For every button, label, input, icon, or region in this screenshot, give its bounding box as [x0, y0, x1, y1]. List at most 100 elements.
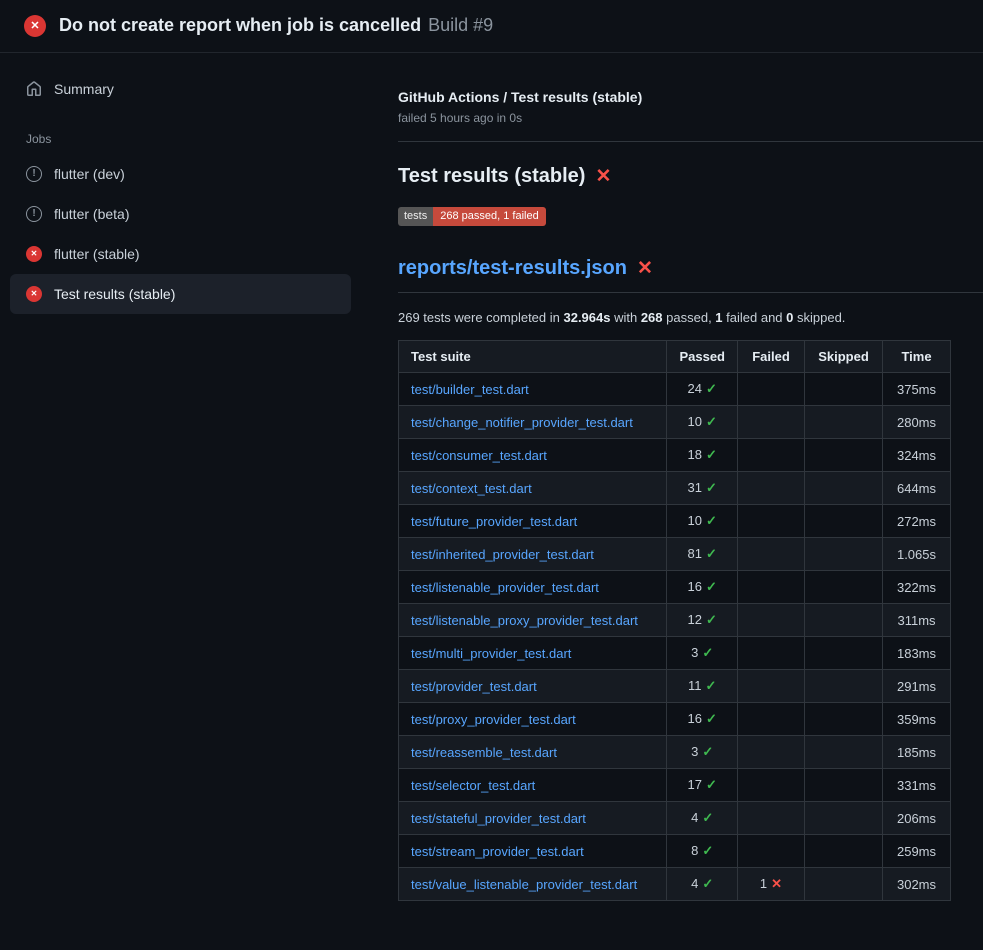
suite-link[interactable]: test/listenable_proxy_provider_test.dart — [411, 613, 638, 628]
x-glyph: ✕ — [31, 290, 38, 298]
summary-text: with — [610, 310, 640, 325]
sidebar-job-flutter-dev[interactable]: ! flutter (dev) — [10, 154, 351, 194]
sidebar-item-label: Summary — [54, 81, 114, 97]
suite-cell: test/reassemble_test.dart — [399, 736, 667, 769]
suite-cell: test/listenable_proxy_provider_test.dart — [399, 604, 667, 637]
suite-link[interactable]: test/provider_test.dart — [411, 679, 537, 694]
summary-text: 269 tests were completed in — [398, 310, 563, 325]
passed-cell-count: 11 — [688, 678, 702, 693]
skipped-cell — [805, 703, 883, 736]
table-row: test/inherited_provider_test.dart81✓1.06… — [399, 538, 951, 571]
sidebar-item-summary[interactable]: Summary — [10, 69, 351, 109]
table-row: test/change_notifier_provider_test.dart 1… — [399, 406, 951, 439]
table-row: test/consumer_test.dart18✓324ms — [399, 439, 951, 472]
passed-cell: 18✓ — [667, 439, 738, 472]
passed-cell: 4✓ — [667, 868, 738, 901]
suite-link[interactable]: test/value_listenable_provider_test.dart — [411, 877, 637, 892]
time-cell: 280ms — [883, 406, 951, 439]
suite-link[interactable]: test/change_notifier_provider_test.dart — [411, 415, 633, 430]
passed-cell-count: 12 — [688, 612, 702, 627]
suite-cell: test/stateful_provider_test.dart — [399, 802, 667, 835]
workflow-run-page: ✕ Do not create report when job is cance… — [0, 0, 983, 921]
jobs-section-label: Jobs — [26, 132, 398, 146]
skipped-cell — [805, 373, 883, 406]
suite-link[interactable]: test/stream_provider_test.dart — [411, 844, 584, 859]
suite-cell: test/future_provider_test.dart — [399, 505, 667, 538]
skipped-cell — [805, 538, 883, 571]
failed-cell — [738, 703, 805, 736]
suite-link[interactable]: test/future_provider_test.dart — [411, 514, 577, 529]
suite-link[interactable]: test/stateful_provider_test.dart — [411, 811, 586, 826]
table-row: test/future_provider_test.dart10✓272ms — [399, 505, 951, 538]
failed-cell — [738, 571, 805, 604]
passed-cell-count: 3 — [691, 645, 698, 660]
table-row: test/value_listenable_provider_test.dart… — [399, 868, 951, 901]
suite-link[interactable]: test/context_test.dart — [411, 481, 532, 496]
table-row: test/builder_test.dart24✓375ms — [399, 373, 951, 406]
passed-cell: 17✓ — [667, 769, 738, 802]
check-icon: ✓ — [706, 711, 717, 726]
run-failed-icon: ✕ — [24, 15, 46, 37]
skipped-cell — [805, 835, 883, 868]
header-row: Test suite Passed Failed Skipped Time — [399, 341, 951, 373]
time-cell: 1.065s — [883, 538, 951, 571]
check-icon: ✓ — [706, 513, 717, 528]
suite-link[interactable]: test/listenable_provider_test.dart — [411, 580, 599, 595]
time-cell: 183ms — [883, 637, 951, 670]
sidebar-job-test-results-stable[interactable]: ✕ Test results (stable) — [10, 274, 351, 314]
suite-cell: test/consumer_test.dart — [399, 439, 667, 472]
check-icon: ✓ — [702, 843, 713, 858]
check-icon: ✓ — [706, 414, 717, 429]
run-header: ✕ Do not create report when job is cance… — [0, 0, 983, 53]
passed-cell-count: 4 — [691, 810, 698, 825]
skipped-cell — [805, 439, 883, 472]
sidebar-item-label: flutter (dev) — [54, 166, 125, 182]
passed-cell-count: 31 — [688, 480, 702, 495]
suite-link[interactable]: test/multi_provider_test.dart — [411, 646, 571, 661]
passed-cell: 16✓ — [667, 703, 738, 736]
suite-link[interactable]: test/builder_test.dart — [411, 382, 529, 397]
time-cell: 259ms — [883, 835, 951, 868]
suite-cell: test/selector_test.dart — [399, 769, 667, 802]
suite-link[interactable]: test/selector_test.dart — [411, 778, 535, 793]
run-title-line: Do not create report when job is cancell… — [59, 15, 493, 37]
table-row: test/listenable_provider_test.dart16✓322… — [399, 571, 951, 604]
check-icon: ✓ — [706, 447, 717, 462]
skipped-cell — [805, 505, 883, 538]
suite-cell: test/builder_test.dart — [399, 373, 667, 406]
summary-passed-count: 268 — [641, 310, 663, 325]
check-icon: ✓ — [702, 744, 713, 759]
col-header-time: Time — [883, 341, 951, 373]
time-cell: 291ms — [883, 670, 951, 703]
passed-cell: 24✓ — [667, 373, 738, 406]
sidebar-job-flutter-stable[interactable]: ✕ flutter (stable) — [10, 234, 351, 274]
passed-cell-count: 17 — [688, 777, 702, 792]
col-header-skipped: Skipped — [805, 341, 883, 373]
table-row: test/provider_test.dart 11✓ 291ms — [399, 670, 951, 703]
content-layout: Summary Jobs ! flutter (dev) ! flutter (… — [0, 53, 983, 921]
section-title: Test results (stable) ✕ — [398, 165, 951, 188]
sidebar-job-flutter-beta[interactable]: ! flutter (beta) — [10, 194, 351, 234]
job-neutral-icon: ! — [26, 206, 42, 222]
sidebar-item-label: flutter (stable) — [54, 246, 140, 262]
check-icon: ✓ — [702, 810, 713, 825]
check-icon: ✓ — [706, 546, 717, 561]
failed-x-icon: ✕ — [595, 165, 611, 188]
table-row: test/reassemble_test.dart3✓185ms — [399, 736, 951, 769]
failed-cell — [738, 373, 805, 406]
col-header-passed: Passed — [667, 341, 738, 373]
failed-cell — [738, 769, 805, 802]
suite-cell: test/provider_test.dart — [399, 670, 667, 703]
time-cell: 322ms — [883, 571, 951, 604]
skipped-cell — [805, 406, 883, 439]
failed-cell — [738, 670, 805, 703]
suite-link[interactable]: test/inherited_provider_test.dart — [411, 547, 594, 562]
skipped-cell — [805, 670, 883, 703]
summary-failed-count: 1 — [715, 310, 722, 325]
suite-link[interactable]: test/consumer_test.dart — [411, 448, 547, 463]
report-link[interactable]: reports/test-results.json — [398, 257, 627, 280]
passed-cell: 11✓ — [667, 670, 738, 703]
passed-cell-count: 10 — [688, 414, 702, 429]
suite-link[interactable]: test/proxy_provider_test.dart — [411, 712, 576, 727]
suite-link[interactable]: test/reassemble_test.dart — [411, 745, 557, 760]
